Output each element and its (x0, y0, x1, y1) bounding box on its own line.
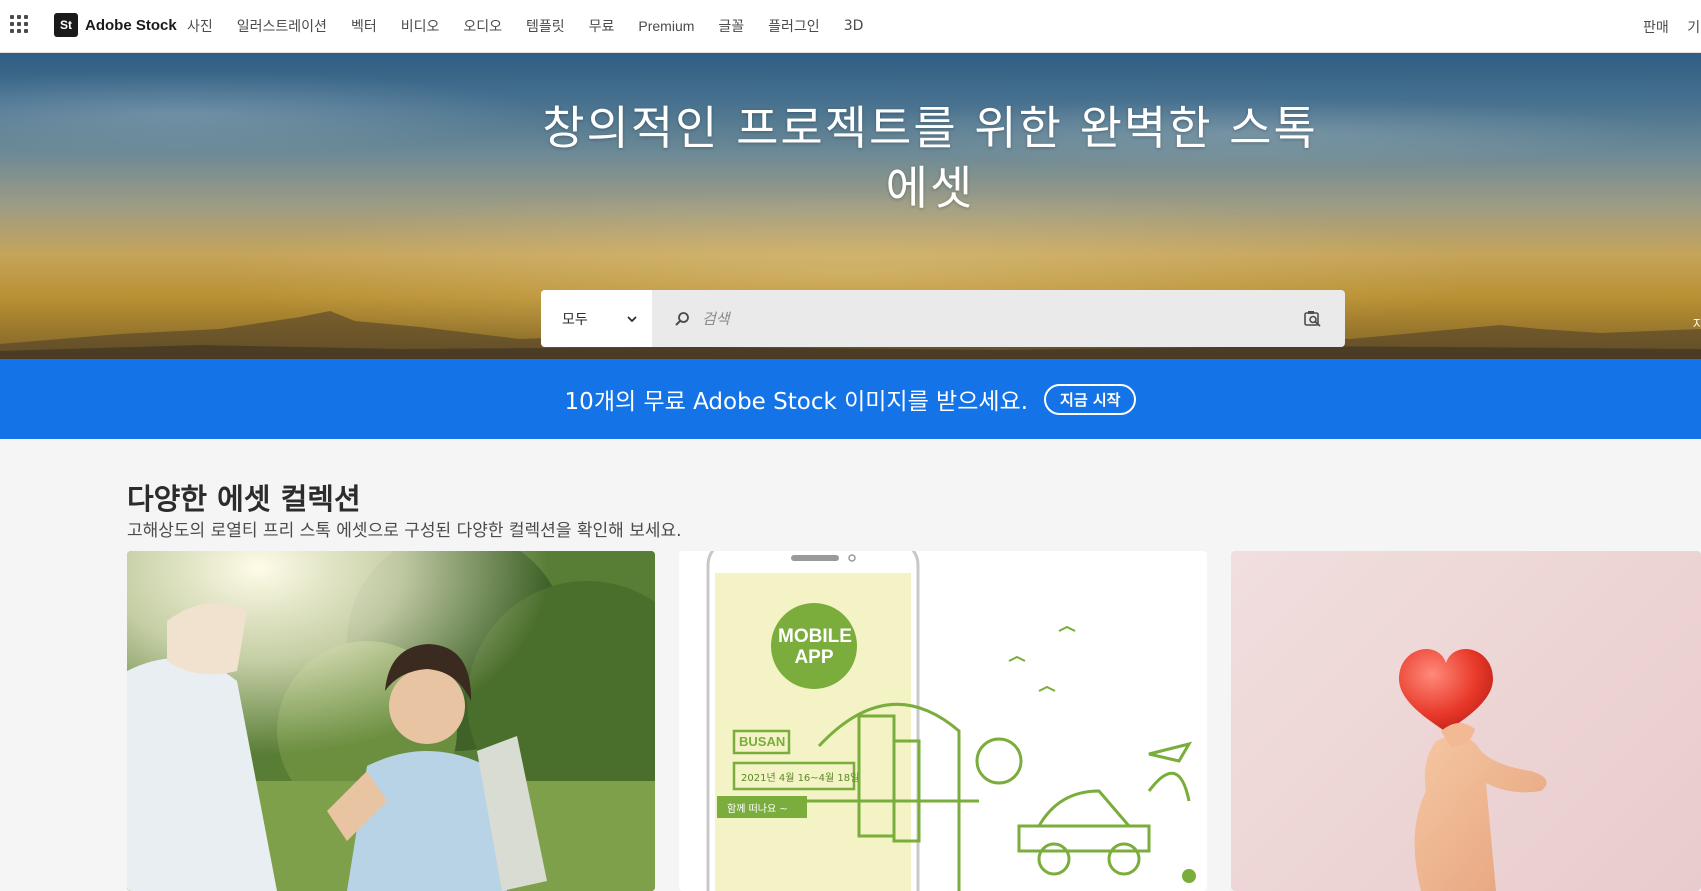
promo-start-button[interactable]: 지금 시작 (1044, 383, 1137, 415)
chevron-down-icon (627, 315, 637, 322)
nav-item-partial[interactable]: 기 (1687, 20, 1700, 36)
collections-title: 다양한 에셋 컬렉션 (127, 482, 361, 516)
collection-3d-image (1399, 649, 1547, 891)
nav-item-sell[interactable]: 판매 (1643, 20, 1669, 36)
nav-item-audio[interactable]: 오디오 (463, 16, 502, 36)
search-input[interactable] (700, 308, 1264, 329)
badge-line-2: APP (794, 647, 834, 668)
hero-title-line-2: 에셋 (885, 161, 975, 215)
collection-card-photo[interactable] (127, 551, 655, 891)
nav-item-premium[interactable]: Premium (638, 18, 694, 34)
nav-item-3d[interactable]: 3D (844, 18, 864, 34)
busan-sign: BUSAN (739, 734, 786, 749)
event-tagline: 함께 떠나요 ~ (727, 804, 788, 815)
hero-banner: 창의적인 프로젝트를 위한 완벽한 스톡 에셋 모두 자 (0, 53, 1701, 359)
visual-search-icon[interactable] (1303, 309, 1323, 329)
hero-title-line-1: 창의적인 프로젝트를 위한 완벽한 스톡 (542, 101, 1318, 155)
adobe-stock-logo-icon: St (54, 13, 78, 37)
search-bar: 모두 (541, 290, 1345, 347)
nav-item-free[interactable]: 무료 (589, 16, 615, 36)
nav-item-videos[interactable]: 비디오 (401, 16, 440, 36)
search-category-label: 모두 (562, 311, 588, 328)
collection-card-illustration[interactable]: MOBILE APP BUSAN 2021년 4월 16~4월 18일 함께 떠… (679, 551, 1207, 891)
collection-photo-image (127, 551, 655, 891)
main-nav: 사진 일러스트레이션 벡터 비디오 오디오 템플릿 무료 Premium 글꼴 … (187, 0, 863, 52)
top-navigation: St Adobe Stock 사진 일러스트레이션 벡터 비디오 오디오 템플릿… (0, 0, 1701, 53)
nav-item-photos[interactable]: 사진 (187, 16, 213, 36)
brand-logo-link[interactable]: St Adobe Stock (54, 13, 177, 37)
mobile-app-badge: MOBILE APP (778, 626, 852, 668)
app-switcher-icon[interactable] (10, 15, 28, 33)
nav-item-illustrations[interactable]: 일러스트레이션 (237, 16, 327, 36)
nav-item-fonts[interactable]: 글꼴 (718, 16, 744, 36)
hero-credit-partial: 자 (1693, 317, 1701, 331)
nav-right-links: 판매 기 (1643, 17, 1700, 37)
promo-banner: 10개의 무료 Adobe Stock 이미지를 받으세요. 지금 시작 (0, 359, 1701, 439)
badge-line-1: MOBILE (778, 626, 852, 647)
collection-illustration-image (706, 551, 1196, 891)
promo-text: 10개의 무료 Adobe Stock 이미지를 받으세요. (564, 389, 1029, 415)
brand-name: Adobe Stock (85, 16, 177, 34)
collections-subtitle: 고해상도의 로열티 프리 스톡 에셋으로 구성된 다양한 컬렉션을 확인해 보세… (127, 521, 682, 541)
nav-item-plugins[interactable]: 플러그인 (768, 16, 820, 36)
hero-title: 창의적인 프로젝트를 위한 완벽한 스톡 에셋 (480, 98, 1380, 218)
search-category-dropdown[interactable]: 모두 (541, 290, 652, 347)
nav-item-vectors[interactable]: 벡터 (351, 16, 377, 36)
event-date: 2021년 4월 16~4월 18일 (741, 773, 860, 784)
nav-item-templates[interactable]: 템플릿 (526, 16, 565, 36)
collection-card-3d[interactable] (1231, 551, 1701, 891)
search-icon (675, 311, 689, 326)
search-field-wrapper (652, 290, 1345, 347)
